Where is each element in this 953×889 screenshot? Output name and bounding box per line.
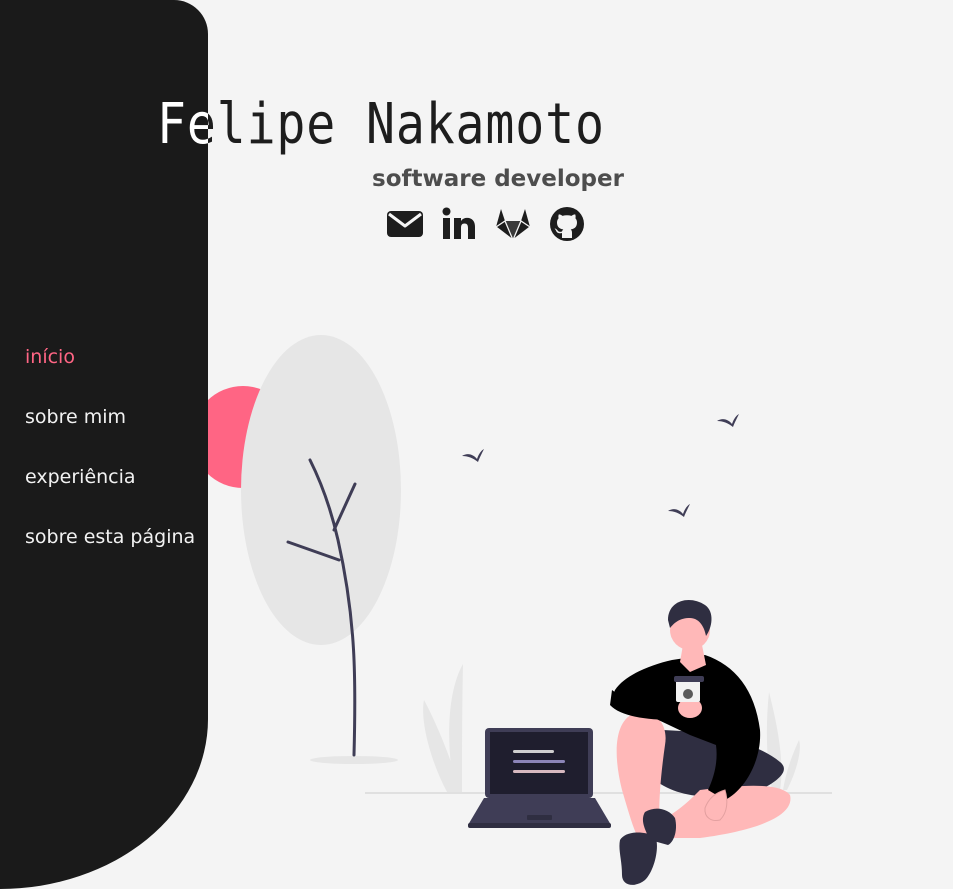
linkedin-link[interactable] <box>440 205 478 243</box>
nav-item-experiencia[interactable]: experiência <box>25 465 195 525</box>
laptop-illustration <box>468 728 611 828</box>
nav-item-inicio[interactable]: início <box>25 345 195 405</box>
bird-shape <box>717 414 739 427</box>
gitlab-icon <box>494 209 532 243</box>
page-subtitle: software developer <box>372 166 624 192</box>
nav-item-sobre-esta-pagina[interactable]: sobre esta página <box>25 525 195 585</box>
page-title: Felipe Nakamoto <box>157 92 605 157</box>
nav-item-sobre-mim[interactable]: sobre mim <box>25 405 195 465</box>
gitlab-link[interactable] <box>494 205 532 243</box>
tree-trunk <box>286 458 357 757</box>
leaf-shape <box>766 692 782 790</box>
sidebar-nav: início sobre mim experiência sobre esta … <box>25 345 195 585</box>
tree-shadow <box>310 756 398 764</box>
tree-foliage <box>241 335 401 645</box>
leaf-shape <box>783 740 800 790</box>
bird-shape <box>668 504 690 517</box>
github-icon <box>550 207 584 241</box>
leaf-shape <box>423 700 460 792</box>
envelope-icon <box>387 211 423 237</box>
github-link[interactable] <box>548 205 586 243</box>
email-link[interactable] <box>386 205 424 243</box>
person-illustration <box>610 600 791 885</box>
bird-shape <box>462 449 484 462</box>
leaf-shape <box>449 664 463 792</box>
linkedin-icon <box>442 207 475 239</box>
social-links <box>386 205 586 243</box>
